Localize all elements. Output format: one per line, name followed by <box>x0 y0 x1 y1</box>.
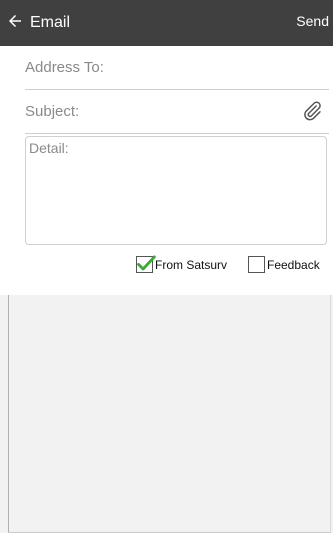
send-button[interactable]: Send <box>296 13 329 29</box>
top-app-bar: Email Send <box>0 0 333 46</box>
options-row: From Satsurv Feedback <box>0 255 333 278</box>
page-title: Email <box>30 14 71 31</box>
back-button[interactable]: Email <box>6 11 70 35</box>
feedback-label: Feedback <box>267 257 320 272</box>
subject-input[interactable] <box>25 90 285 132</box>
paperclip-icon[interactable] <box>301 100 323 122</box>
right-edge-line <box>330 295 331 533</box>
detail-textarea[interactable] <box>29 140 323 241</box>
left-edge-line <box>8 295 9 533</box>
detail-box <box>25 136 327 245</box>
subject-field-container <box>25 90 329 134</box>
feedback-checkbox[interactable]: Feedback <box>248 256 320 273</box>
address-field-container <box>25 46 329 90</box>
email-form: From Satsurv Feedback <box>0 46 333 295</box>
checkbox-box <box>136 255 156 273</box>
address-to-input[interactable] <box>25 46 285 88</box>
from-satsurv-label: From Satsurv <box>155 257 228 272</box>
checkmark-icon <box>137 255 156 271</box>
checkbox-box <box>248 256 265 273</box>
from-satsurv-checkbox[interactable]: From Satsurv <box>136 255 228 273</box>
arrow-left-icon <box>6 12 24 35</box>
